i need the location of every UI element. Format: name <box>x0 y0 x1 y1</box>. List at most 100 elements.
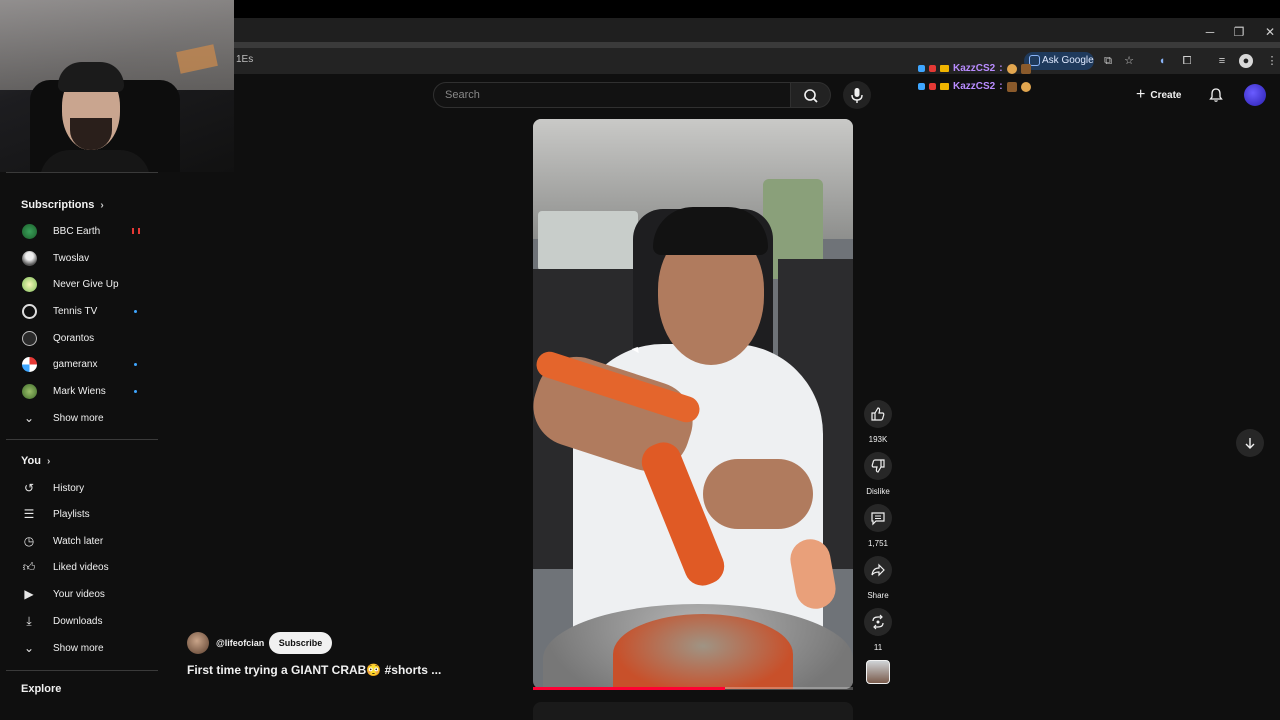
arrow-down-icon <box>1245 438 1255 449</box>
sidebar-item-label: Playlists <box>53 508 90 520</box>
sidebar-item-label: Liked videos <box>53 561 109 573</box>
share-label: Share <box>867 591 889 600</box>
sidebar-item-downloads[interactable]: ⤓ Downloads <box>0 608 158 634</box>
explore-heading: Explore <box>21 683 61 695</box>
sidebar-item-history[interactable]: ↺ History <box>0 475 158 501</box>
ask-google-label: Ask Google <box>1042 55 1094 66</box>
remix-button[interactable] <box>864 608 892 636</box>
short-video-player[interactable] <box>533 119 853 689</box>
chat-separator: : <box>999 81 1003 92</box>
chat-username: KazzCS2 <box>953 63 996 74</box>
create-button[interactable]: + Create <box>1136 83 1192 107</box>
cast-icon[interactable]: ⧉ <box>1101 54 1115 68</box>
account-avatar[interactable] <box>1244 84 1266 106</box>
extensions-icon[interactable]: ⧠ <box>1180 54 1194 68</box>
like-button[interactable] <box>864 400 892 428</box>
create-label: Create <box>1150 89 1182 101</box>
webcam-hair <box>58 62 124 92</box>
browser-menu-icon[interactable]: ⋮ <box>1265 54 1279 68</box>
address-bar-url[interactable]: 1Es <box>236 54 253 65</box>
you-show-more[interactable]: ⌄ Show more <box>0 635 158 661</box>
remix-icon <box>872 614 884 630</box>
notifications-button[interactable] <box>1208 87 1224 103</box>
sidebar-item-tennis-tv[interactable]: Tennis TV <box>0 298 158 324</box>
ask-google-button[interactable]: Ask Google <box>1024 52 1094 70</box>
short-title[interactable]: First time trying a GIANT CRAB😳 #shorts … <box>187 663 441 677</box>
thumbs-down-icon <box>871 459 885 473</box>
next-short-button[interactable] <box>1236 429 1264 457</box>
channel-avatar <box>22 303 37 319</box>
reading-list-icon[interactable]: ≡ <box>1215 54 1229 68</box>
channel-handle[interactable]: @lifeofcian <box>216 638 264 648</box>
emote-icon <box>1006 81 1017 92</box>
streamer-webcam <box>0 0 234 172</box>
channel-avatar <box>22 383 37 399</box>
playlists-icon: ☰ <box>23 507 35 521</box>
extension-audio-icon[interactable]: ◖ <box>1155 54 1169 68</box>
channel-avatar <box>22 276 37 292</box>
share-button[interactable] <box>864 556 892 584</box>
comment-icon <box>871 512 885 526</box>
sidebar-item-liked-videos[interactable]: 👍︎ Liked videos <box>0 554 158 580</box>
voice-search-button[interactable] <box>843 81 871 109</box>
chevron-down-icon: ⌄ <box>23 411 35 425</box>
bell-icon <box>1209 88 1223 102</box>
sidebar-item-playlists[interactable]: ☰ Playlists <box>0 501 158 527</box>
emote-icon <box>1020 63 1031 74</box>
video-rear-window <box>538 211 638 271</box>
dislike-button[interactable] <box>864 452 892 480</box>
video-person-hand <box>703 459 813 529</box>
sound-thumbnail[interactable] <box>866 660 890 684</box>
emote-icon <box>1020 81 1031 92</box>
chevron-right-icon: › <box>100 199 104 211</box>
your-videos-icon: ▶ <box>24 587 34 601</box>
webcam-shirt <box>40 150 150 172</box>
sidebar-item-label: Twoslav <box>53 252 90 264</box>
sidebar-item-watch-later[interactable]: ◷ Watch later <box>0 528 158 554</box>
subscriptions-heading[interactable]: Subscriptions › <box>21 199 104 211</box>
subscribe-button[interactable]: Subscribe <box>269 632 332 654</box>
sidebar-item-gameranx[interactable]: gameranx <box>0 351 158 377</box>
sidebar-item-label: Tennis TV <box>53 305 98 317</box>
you-heading[interactable]: You › <box>21 455 50 467</box>
minimize-button[interactable]: ─ <box>1202 24 1218 40</box>
next-short-preview[interactable] <box>533 702 853 720</box>
close-window-button[interactable]: ✕ <box>1262 24 1278 40</box>
chat-badge-icon <box>929 83 936 90</box>
remix-count: 11 <box>873 643 883 652</box>
explore-heading-label: Explore <box>21 683 62 695</box>
sidebar-item-label: Never Give Up <box>53 278 119 290</box>
sidebar: Subscriptions › BBC Earth Twoslav Never … <box>0 172 160 720</box>
sidebar-item-bbc-earth[interactable]: BBC Earth <box>0 218 158 244</box>
sidebar-item-qorantos[interactable]: Qorantos <box>0 325 158 351</box>
search-input[interactable] <box>434 83 790 107</box>
restore-button[interactable]: ❐ <box>1231 24 1247 40</box>
sidebar-item-label: Watch later <box>53 535 104 547</box>
downloads-icon: ⤓ <box>26 613 32 628</box>
comments-button[interactable] <box>864 504 892 532</box>
plus-icon: + <box>1136 86 1146 103</box>
sidebar-item-your-videos[interactable]: ▶ Your videos <box>0 581 158 607</box>
you-heading-label: You <box>21 455 41 467</box>
sidebar-item-never-give-up[interactable]: Never Give Up <box>0 271 158 297</box>
chat-separator: : <box>999 63 1003 74</box>
sidebar-item-mark-wiens[interactable]: Mark Wiens <box>0 378 158 404</box>
channel-avatar[interactable] <box>187 632 209 654</box>
live-indicator-icon <box>132 228 140 234</box>
subscriptions-show-more[interactable]: ⌄ Show more <box>0 405 158 431</box>
bookmark-star-icon[interactable]: ☆ <box>1122 54 1136 68</box>
sidebar-item-label: BBC Earth <box>53 225 101 237</box>
channel-avatar <box>22 223 37 239</box>
show-more-label: Show more <box>53 412 104 424</box>
subscriptions-heading-label: Subscriptions <box>21 199 95 211</box>
video-person-hair <box>653 207 768 255</box>
sidebar-item-twoslav[interactable]: Twoslav <box>0 245 158 271</box>
comment-count: 1,751 <box>867 539 889 548</box>
chat-badge-icon <box>940 65 949 72</box>
chat-username: KazzCS2 <box>953 81 996 92</box>
video-progress-fill <box>533 687 725 690</box>
search-box <box>433 82 791 108</box>
chat-message: KazzCS2 : <box>918 81 1031 92</box>
search-button[interactable] <box>791 82 831 108</box>
profile-icon[interactable]: ● <box>1239 54 1253 68</box>
